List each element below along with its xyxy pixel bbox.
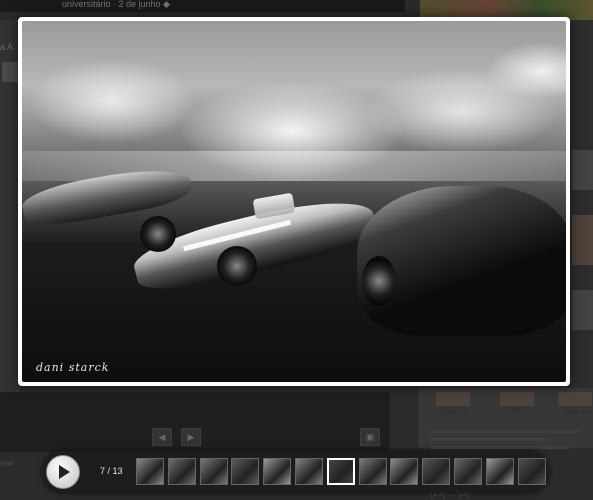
photo-car-wheel [217,246,257,286]
thumbnail-3[interactable] [199,458,228,485]
lightbox-photo: dani starck [22,21,566,382]
thumbnail-5[interactable] [263,458,292,485]
thumbnail-2[interactable] [167,458,196,485]
thumbnail-1[interactable] [136,458,164,485]
thumbnail-11[interactable] [453,458,482,485]
photo-signature: dani starck [36,361,110,374]
slide-counter: 7 / 13 [100,466,123,476]
thumbnail-strip [136,458,546,486]
lightbox-frame: dani starck [18,17,570,386]
thumbnail-13[interactable] [517,458,546,485]
thumbnail-10[interactable] [422,458,451,485]
photo-car-wheel [362,256,396,306]
thumbnail-7[interactable] [326,458,355,485]
play-icon [59,465,70,479]
play-button[interactable] [46,455,80,489]
thumbnail-4[interactable] [231,458,260,485]
thumbnail-9[interactable] [390,458,419,485]
thumbnail-6[interactable] [294,458,323,485]
thumbnail-12[interactable] [485,458,514,485]
photo-car-wheel [140,216,176,252]
thumbnail-8[interactable] [358,458,387,485]
